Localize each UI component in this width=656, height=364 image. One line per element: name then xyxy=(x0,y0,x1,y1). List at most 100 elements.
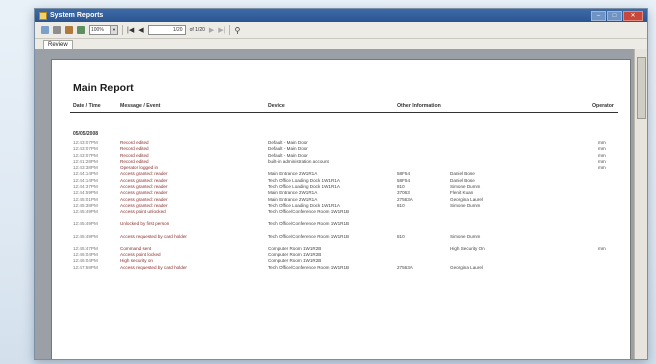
cell-time: 12:45:49PM xyxy=(73,233,98,239)
toolbar-separator xyxy=(229,25,231,35)
header-rule xyxy=(70,112,618,113)
cell-device: Tech Office Loading Dock 1W1R1A xyxy=(268,202,340,208)
cell-device: Default - Main Door xyxy=(268,146,308,152)
cell-other1: 58F54 xyxy=(397,177,411,183)
window-title: System Reports xyxy=(50,12,104,19)
cell-operator: mm xyxy=(598,165,606,171)
cell-message: Access point unlocked xyxy=(120,209,166,215)
cell-time: 12:44:37PM xyxy=(73,184,98,190)
cell-message: Access granted: reader xyxy=(120,184,168,190)
cell-device: Tech Office Loading Dock 1W1R1A xyxy=(268,184,340,190)
cell-device: Default - Main Door xyxy=(268,152,308,158)
cell-device: Tech Office/Conference Room 1W1R1B xyxy=(268,233,350,239)
page-input[interactable]: 1/20 xyxy=(147,25,186,35)
close-button[interactable]: ✕ xyxy=(623,10,643,21)
cell-other2: Daniel Bose xyxy=(450,171,475,177)
report-toolbar: 100% ▼ |◀ ◀ 1/20 of 1/20 ▶ ▶| ⚲ xyxy=(35,22,647,39)
cell-time: 12:44:59PM xyxy=(73,190,98,196)
table-row: 12:45:49PM Access requested by card holde… xyxy=(52,234,630,246)
cell-other2: Simone Dumm xyxy=(450,202,481,208)
cell-other2: High Security On xyxy=(450,245,485,251)
cell-time: 12:44:14PM xyxy=(73,171,98,177)
scrollbar-thumb[interactable] xyxy=(637,57,646,119)
cell-time: 12:45:49PM xyxy=(73,221,98,227)
cell-time: 12:45:38PM xyxy=(73,202,98,208)
report-rows: 12:43:07PM Record edited Default - Main Do… xyxy=(52,140,630,277)
binoculars-icon[interactable]: ⚲ xyxy=(234,26,240,35)
cell-message: Access granted: reader xyxy=(120,177,168,183)
cell-device: Main Entrance 2W1R1A xyxy=(268,171,318,177)
cell-other1: 810 xyxy=(397,233,405,239)
cell-time: 12:44:14PM xyxy=(73,177,98,183)
search-text-icon[interactable] xyxy=(65,26,73,34)
cell-time: 12:41:28PM xyxy=(73,158,98,164)
cell-other1: 810 xyxy=(397,184,405,190)
cell-message: Access granted: reader xyxy=(120,202,168,208)
cell-operator: mm xyxy=(598,140,606,145)
column-header-other: Other Information xyxy=(397,103,441,109)
prev-page-icon[interactable]: ◀ xyxy=(138,26,143,34)
cell-time: 12:43:07PM xyxy=(73,146,98,152)
cell-message: Access requested by card holder xyxy=(120,233,187,239)
cell-time: 12:43:38PM xyxy=(73,165,98,171)
cell-time: 12:45:01PM xyxy=(73,196,98,202)
cell-device: Tech Office/Conference Room 1W1R1B xyxy=(268,221,350,227)
cell-device: Tech Office/Conference Room 1W1R1B xyxy=(268,209,350,215)
cell-device: built-in administration account xyxy=(268,158,329,164)
vertical-scrollbar[interactable] xyxy=(634,49,647,359)
cell-other2: Georgina Laurel xyxy=(450,196,483,202)
cell-other2: Daniel Bose xyxy=(450,177,475,183)
report-viewport[interactable]: Main Report Date / Time Message / Event … xyxy=(35,49,635,359)
cell-device: Computer Room 1W1R2B xyxy=(268,245,322,251)
cell-other1: 58F54 xyxy=(397,171,411,177)
cell-time: 12:43:07PM xyxy=(73,152,98,158)
print-icon[interactable] xyxy=(53,26,61,34)
minimize-button[interactable]: – xyxy=(591,10,606,21)
cell-time: 12:46:04PM xyxy=(73,252,98,258)
export-icon[interactable] xyxy=(41,26,49,34)
cell-device: Tech Office/Conference Room 1W1R1B xyxy=(268,264,350,270)
cell-operator: mm xyxy=(598,152,606,158)
cell-message: Access requested by card holder xyxy=(120,264,187,270)
date-group-label: 05/05/2008 xyxy=(73,131,99,137)
cell-device: Main Entrance 2W1R1A xyxy=(268,196,318,202)
zoom-icon[interactable] xyxy=(77,26,85,34)
cell-message: Access granted: reader xyxy=(120,196,168,202)
cell-other2: Simone Dumm xyxy=(450,233,481,239)
tab-review[interactable]: Review xyxy=(43,40,73,49)
cell-device: Computer Room 1W1R2B xyxy=(268,252,322,258)
next-page-icon[interactable]: ▶ xyxy=(209,26,214,34)
cell-message: Command sent xyxy=(120,245,152,251)
app-icon xyxy=(39,11,47,20)
first-page-icon[interactable]: |◀ xyxy=(127,26,134,34)
cell-operator: mm xyxy=(598,158,606,164)
zoom-value: 100% xyxy=(91,27,104,33)
maximize-button[interactable]: □ xyxy=(607,10,622,21)
window-controls: – □ ✕ xyxy=(591,10,643,21)
column-header-device: Device xyxy=(268,103,285,109)
cell-message: Access point locked xyxy=(120,252,161,258)
cell-message: Operator logged in xyxy=(120,165,159,171)
cell-other1: 27563A xyxy=(397,264,413,270)
report-window: System Reports – □ ✕ 100% ▼ |◀ ◀ 1/20 of… xyxy=(34,8,648,360)
cell-message: High security on xyxy=(120,258,153,264)
cell-operator: mm xyxy=(598,245,606,251)
cell-time: 12:45:49PM xyxy=(73,209,98,215)
cell-message: Record edited xyxy=(120,158,149,164)
cell-device: Tech Office Loading Dock 1W1R1A xyxy=(268,177,340,183)
cell-message: Record edited xyxy=(120,140,149,145)
cell-message: Record edited xyxy=(120,146,149,152)
report-page: Main Report Date / Time Message / Event … xyxy=(51,59,631,359)
cell-time: 12:47:58PM xyxy=(73,264,98,270)
page-of-label: of 1/20 xyxy=(189,27,205,33)
cell-time: 12:43:07PM xyxy=(73,140,98,145)
last-page-icon[interactable]: ▶| xyxy=(218,26,225,34)
zoom-select[interactable]: 100% ▼ xyxy=(89,25,118,35)
cell-message: Unlocked by first person xyxy=(120,221,170,227)
cell-other1: 810 xyxy=(397,202,405,208)
column-header-datetime: Date / Time xyxy=(73,103,101,109)
table-row: 12:47:58PM Access requested by card holde… xyxy=(52,265,630,277)
column-header-message: Message / Event xyxy=(120,103,161,109)
report-title: Main Report xyxy=(73,82,134,94)
title-bar[interactable]: System Reports – □ ✕ xyxy=(35,9,647,22)
